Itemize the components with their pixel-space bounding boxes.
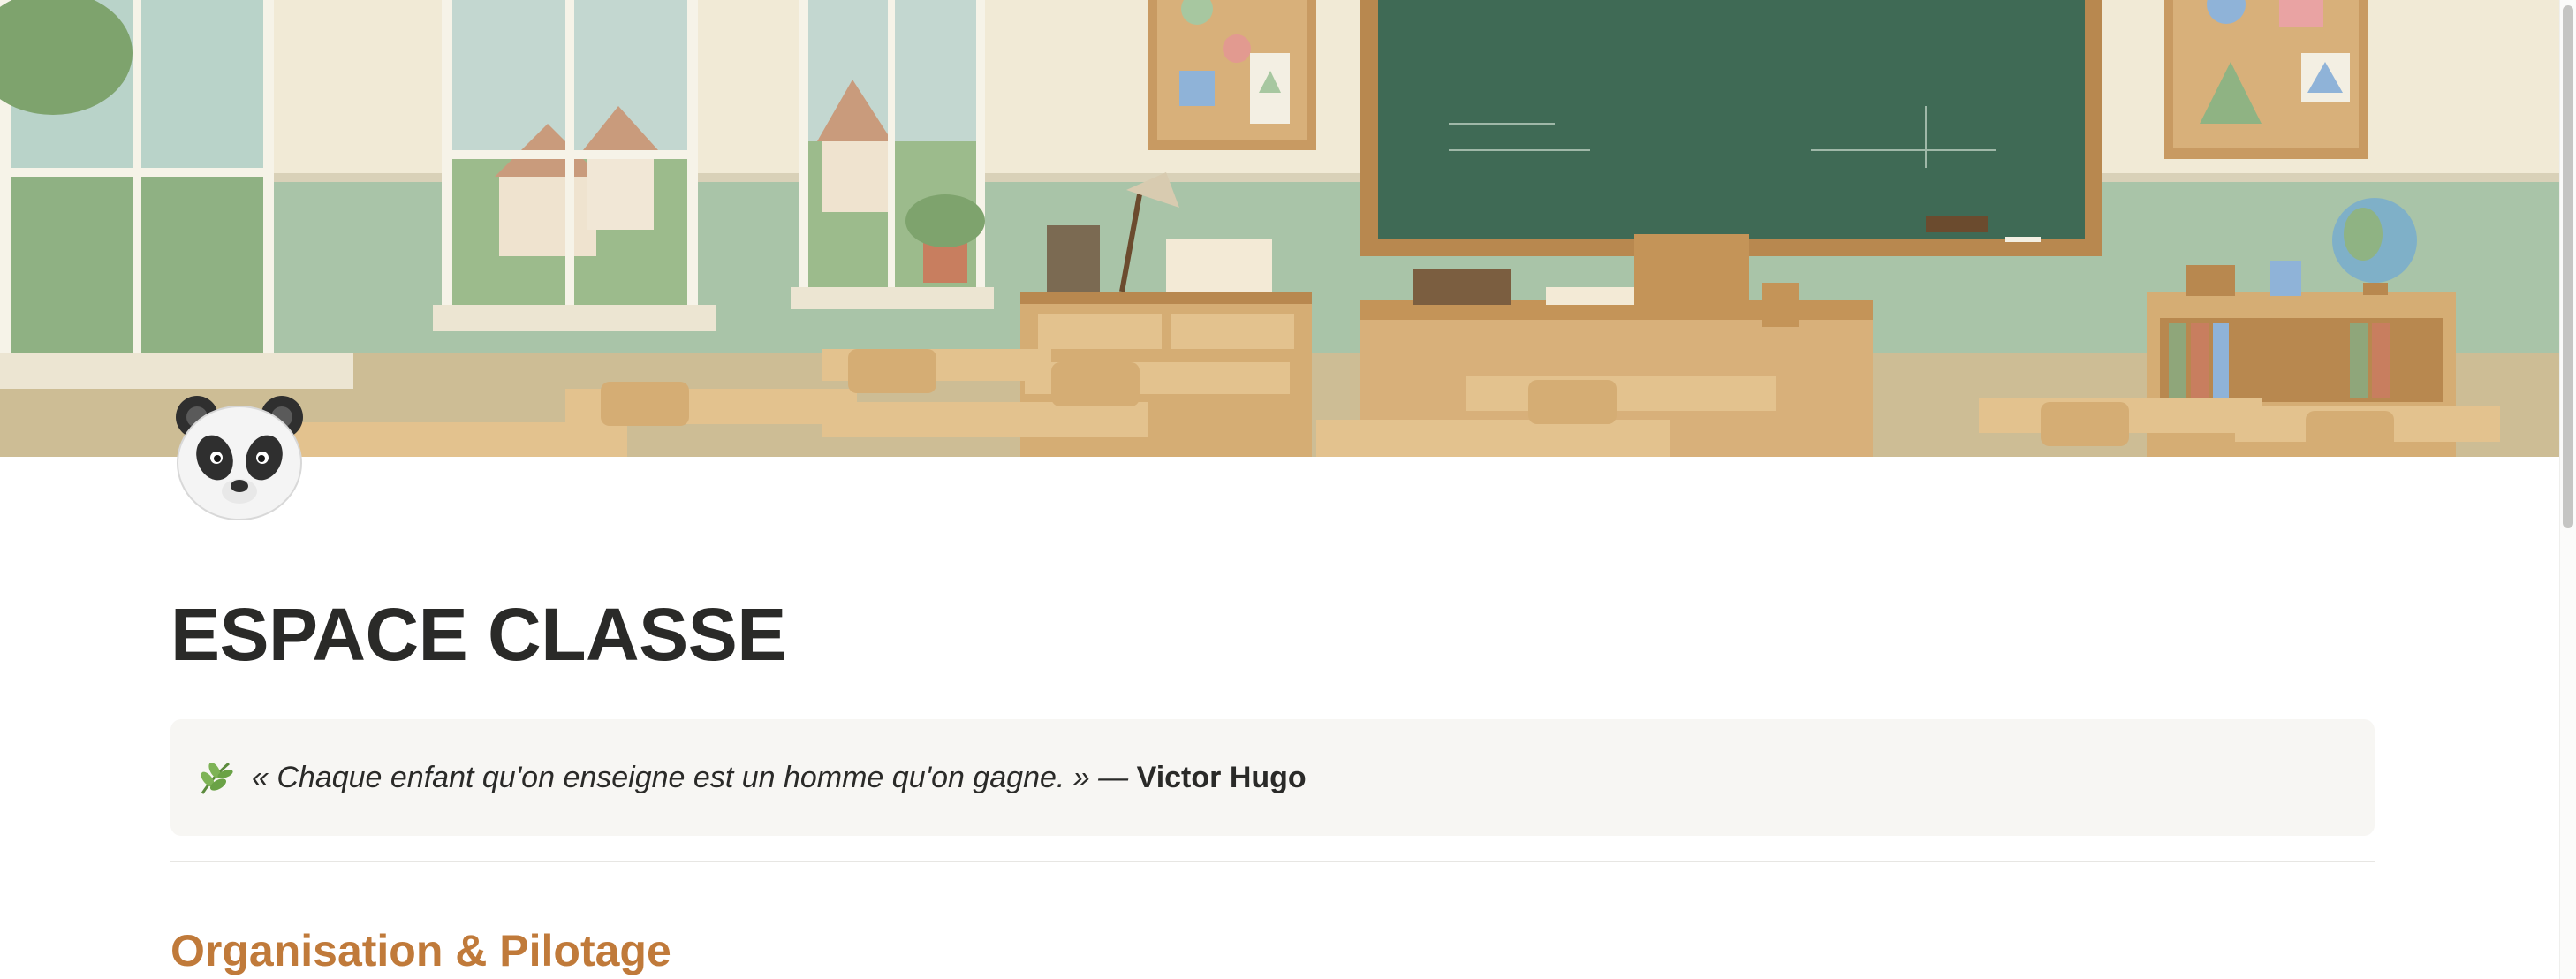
- quote-callout[interactable]: « Chaque enfant qu'on enseigne est un ho…: [170, 719, 2375, 836]
- herb-icon[interactable]: [195, 758, 234, 797]
- quote-body: « Chaque enfant qu'on enseigne est un ho…: [252, 760, 1129, 794]
- scrollbar-thumb[interactable]: [2563, 5, 2573, 528]
- page-title[interactable]: ESPACE CLASSE: [170, 590, 786, 679]
- notion-page: ESPACE CLASSE « Chaque enfant qu'on ense…: [0, 0, 2576, 979]
- quote-author: Victor Hugo: [1136, 760, 1307, 794]
- panda-icon[interactable]: [170, 389, 308, 527]
- bulletin-board-left: [1148, 0, 1316, 150]
- chalkboard: [1360, 0, 2102, 256]
- scrollbar-track[interactable]: [2559, 0, 2576, 979]
- window-middle: [433, 0, 716, 331]
- quote-text[interactable]: « Chaque enfant qu'on enseigne est un ho…: [252, 761, 1307, 795]
- classroom-illustration: [0, 0, 2559, 457]
- cover-image[interactable]: [0, 0, 2559, 457]
- bulletin-board-right: [2164, 0, 2368, 159]
- divider: [170, 861, 2375, 862]
- section-heading-organisation[interactable]: Organisation & Pilotage: [170, 919, 671, 979]
